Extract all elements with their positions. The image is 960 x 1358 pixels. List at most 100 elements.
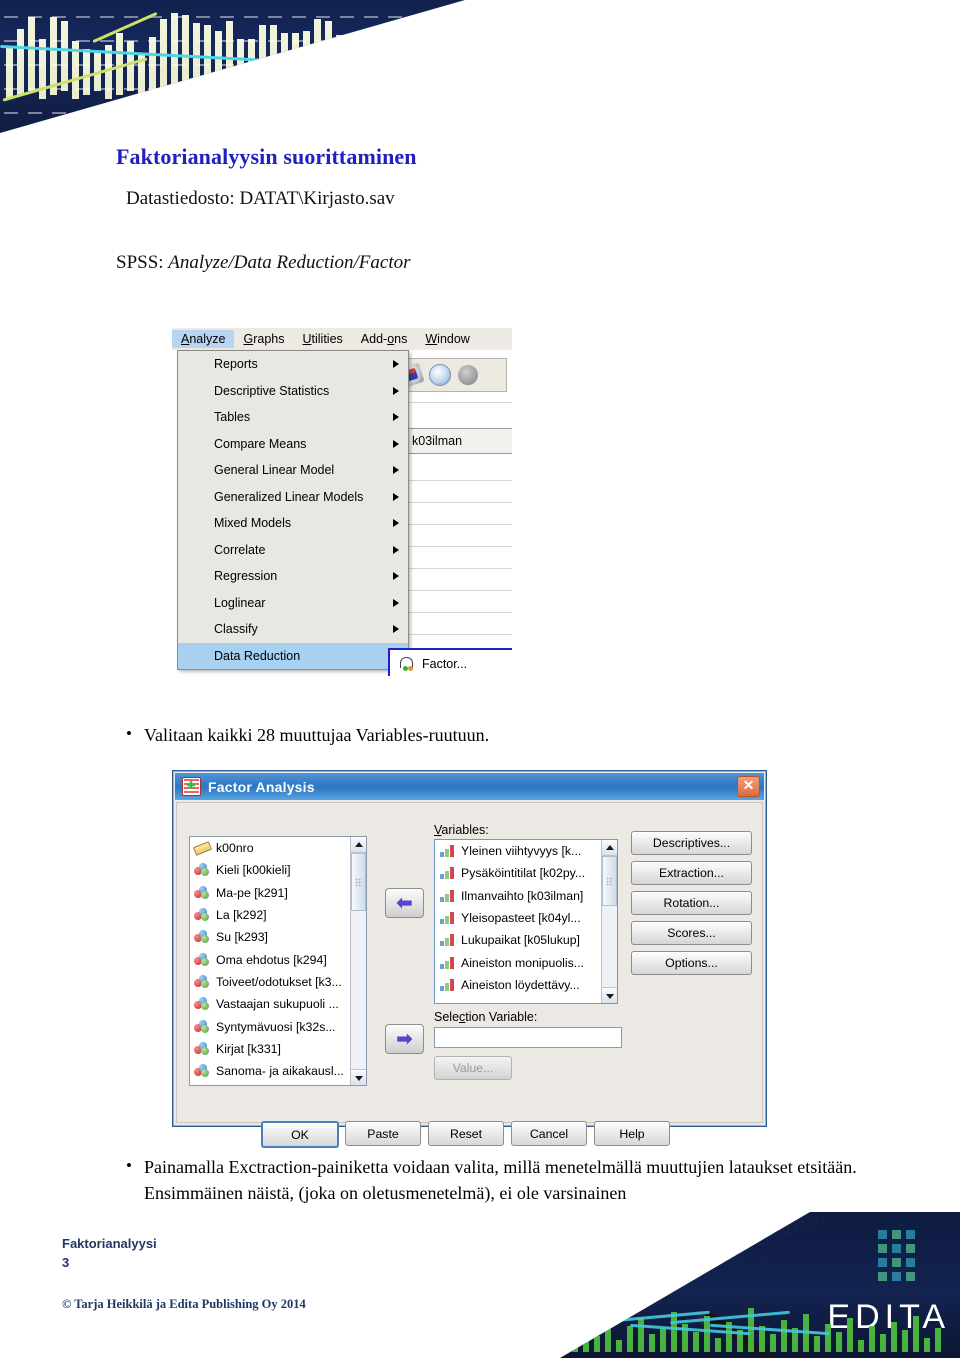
list-item[interactable]: Toiveet/odotukset [k3... (190, 971, 366, 993)
help-button[interactable]: Help (594, 1121, 670, 1146)
menu-item-compare-means[interactable]: Compare Means (178, 431, 408, 458)
list-item[interactable]: Sanoma- ja aikakausl... (190, 1060, 366, 1082)
list-item[interactable]: Su [k293] (190, 926, 366, 948)
scroll-down-button[interactable] (602, 987, 617, 1003)
scrollbar-thumb[interactable] (602, 856, 617, 906)
menu-item-label: Classify (214, 622, 258, 637)
menubar-item-graphs[interactable]: Graphs (234, 330, 293, 348)
menu-item-descriptive-statistics[interactable]: Descriptive Statistics (178, 378, 408, 405)
help-button-label: Help (619, 1126, 645, 1141)
list-item-label: Lukupaikat [k05lukup] (461, 933, 580, 948)
list-item[interactable]: k00nro (190, 837, 366, 859)
nominal-measure-icon (194, 1064, 210, 1078)
descriptives-button[interactable]: Descriptives... (631, 831, 752, 855)
cancel-button[interactable]: Cancel (511, 1121, 587, 1146)
scrollbar-thumb[interactable] (351, 853, 366, 911)
extraction-button-label: Extraction... (659, 866, 724, 880)
menu-item-general-linear-model[interactable]: General Linear Model (178, 457, 408, 484)
rotation-button[interactable]: Rotation... (631, 891, 752, 915)
dialog-titlebar[interactable]: Factor Analysis ✕ (175, 773, 764, 800)
list-item-label: Pysäköintitilat [k02py... (461, 866, 586, 881)
menu-item-tables[interactable]: Tables (178, 404, 408, 431)
ok-button[interactable]: OK (261, 1121, 339, 1148)
edita-logo: EDITA (827, 1298, 950, 1336)
value-button[interactable]: Value... (434, 1056, 512, 1080)
submenu-arrow-icon (393, 598, 399, 607)
list-item[interactable]: Lukupaikat [k05lukup] (435, 929, 617, 951)
scores-button-label: Scores... (667, 926, 716, 940)
value-button-label: Value... (452, 1061, 494, 1075)
list-item[interactable]: Yleisopasteet [k04yl... (435, 907, 617, 929)
menu-item-generalized-linear-models[interactable]: Generalized Linear Models (178, 484, 408, 511)
list-item[interactable]: Syntymävuosi [k32s... (190, 1015, 366, 1037)
list-item-label: Yleisopasteet [k04yl... (461, 911, 581, 926)
bullet-text-1: Valitaan kaikki 28 muuttujaa Variables-r… (144, 725, 490, 745)
menu-item-label: Generalized Linear Models (214, 489, 364, 504)
list-item[interactable]: Kirjat [k331] (190, 1038, 366, 1060)
source-list-scrollbar[interactable] (350, 837, 366, 1085)
grey-circle-icon[interactable] (458, 365, 478, 385)
variables-listbox[interactable]: Yleinen viihtyvyys [k... Pysäköintitilat… (434, 839, 618, 1004)
chevron-up-icon (605, 844, 614, 850)
menubar-item-analyze[interactable]: Analyze (172, 330, 235, 348)
menu-item-label: Compare Means (214, 436, 307, 451)
menu-item-classify[interactable]: Classify (178, 616, 408, 643)
close-icon[interactable]: ✕ (737, 776, 760, 797)
scale-bar-icon (439, 889, 455, 903)
list-item[interactable]: Ilmanvaihto [k03ilman] (435, 885, 617, 907)
variables-list-scrollbar[interactable] (601, 840, 617, 1003)
list-item[interactable]: Yleinen viihtyvyys [k... (435, 840, 617, 862)
move-right-button[interactable]: ➡ (385, 1024, 424, 1054)
source-variable-listbox[interactable]: k00nro Kieli [k00kieli] Ma-pe [k291] La … (189, 836, 367, 1086)
factor-analysis-icon (398, 657, 414, 671)
spss-toolbar[interactable] (394, 358, 507, 392)
move-left-button[interactable]: ⬅ (385, 888, 424, 918)
selection-variable-input[interactable] (434, 1027, 622, 1048)
scale-bar-icon (439, 978, 455, 992)
menu-item-regression[interactable]: Regression (178, 563, 408, 590)
reset-button[interactable]: Reset (428, 1121, 504, 1146)
scroll-up-button[interactable] (602, 840, 617, 856)
submenu-item-factor[interactable]: Factor... (422, 657, 467, 671)
scores-button[interactable]: Scores... (631, 921, 752, 945)
bullet-marker: • (126, 1156, 132, 1175)
options-button[interactable]: Options... (631, 951, 752, 975)
selection-variable-label: Selection Variable: (434, 1010, 538, 1024)
scroll-down-button[interactable] (351, 1069, 366, 1085)
list-item[interactable]: Vastaajan sukupuoli ... (190, 993, 366, 1015)
spss-path-value: Analyze/Data Reduction/Factor (168, 252, 411, 273)
menu-item-data-reduction[interactable]: Data Reduction (178, 642, 408, 669)
menu-item-mixed-models[interactable]: Mixed Models (178, 510, 408, 537)
descriptives-button-label: Descriptives... (652, 836, 731, 850)
extraction-button[interactable]: Extraction... (631, 861, 752, 885)
nominal-measure-icon (194, 863, 210, 877)
list-item[interactable]: Oma ehdotus [k294] (190, 948, 366, 970)
nominal-measure-icon (194, 1019, 210, 1034)
ok-button-label: OK (291, 1127, 309, 1142)
menubar-item-utilities[interactable]: Utilities (294, 330, 352, 348)
nominal-measure-icon (194, 974, 210, 989)
circles-overlap-icon[interactable] (429, 364, 451, 386)
paste-button[interactable]: Paste (345, 1121, 421, 1146)
list-item[interactable]: Aineiston monipuolis... (435, 951, 617, 973)
menu-item-loglinear[interactable]: Loglinear (178, 590, 408, 617)
nominal-measure-icon (194, 952, 210, 967)
data-reduction-submenu[interactable]: Factor... (388, 648, 512, 676)
list-item[interactable]: Ma-pe [k291] (190, 882, 366, 904)
scroll-up-button[interactable] (351, 837, 366, 853)
spss-menu-path: SPSS: Analyze/Data Reduction/Factor (116, 252, 411, 274)
menu-item-correlate[interactable]: Correlate (178, 537, 408, 564)
list-item[interactable]: Kieli [k00kieli] (190, 859, 366, 881)
analyze-dropdown-menu[interactable]: Reports Descriptive Statistics Tables Co… (177, 350, 409, 670)
list-item-label: Syntymävuosi [k32s... (216, 1019, 336, 1034)
menu-item-reports[interactable]: Reports (178, 351, 408, 378)
spss-dialog-icon (182, 777, 201, 796)
list-item[interactable]: Pysäköintitilat [k02py... (435, 862, 617, 884)
menubar-item-addons[interactable]: Add-ons (352, 330, 417, 348)
nominal-measure-icon (194, 997, 210, 1011)
list-item[interactable]: La [k292] (190, 904, 366, 926)
menubar-item-window[interactable]: Window (416, 330, 478, 348)
spss-menubar[interactable]: Analyze Graphs Utilities Add-ons Window (172, 328, 512, 350)
list-item[interactable]: Aineiston löydettävy... (435, 974, 617, 996)
list-item-label: Kirjat [k331] (216, 1041, 281, 1056)
